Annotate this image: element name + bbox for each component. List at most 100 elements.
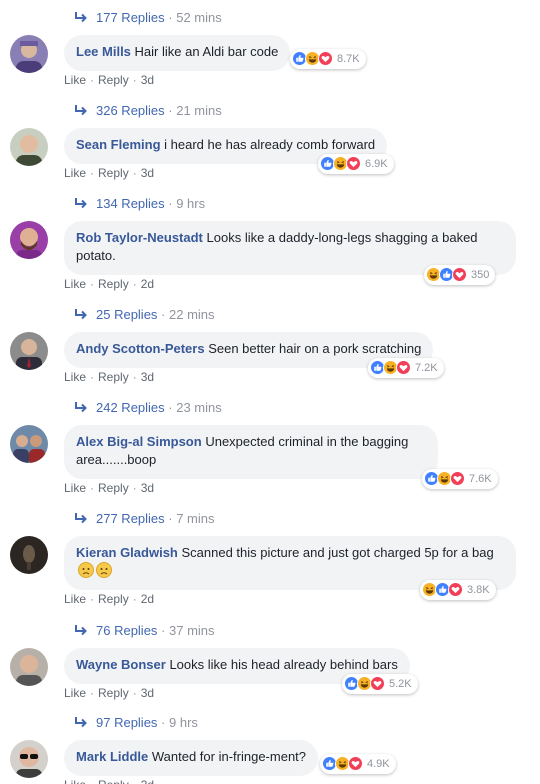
reply-link[interactable]: Reply	[98, 481, 129, 495]
replies-count[interactable]: 97 Replies	[96, 715, 157, 730]
view-replies-link[interactable]: 177 Replies · 52 mins	[74, 7, 222, 27]
like-link[interactable]: Like	[64, 277, 86, 291]
view-replies-link[interactable]: 277 Replies · 7 mins	[74, 508, 215, 528]
commenter-name[interactable]: Kieran Gladwish	[76, 545, 178, 560]
like-link[interactable]: Like	[64, 481, 86, 495]
avatar[interactable]	[10, 648, 48, 686]
reactions-summary[interactable]: 3.8K	[420, 580, 496, 600]
comment-age[interactable]: 3d	[141, 686, 154, 700]
comment-bubble: Lee Mills Hair like an Aldi bar code	[64, 35, 291, 71]
separator: ·	[90, 686, 95, 700]
comment-actions: Like · Reply · 3d	[64, 684, 154, 702]
commenter-name[interactable]: Sean Fleming	[76, 137, 161, 152]
reply-arrow-icon	[75, 198, 87, 209]
reaction-count: 7.6K	[469, 473, 492, 485]
replies-count[interactable]: 134 Replies	[96, 196, 165, 211]
separator: ·	[90, 370, 95, 384]
separator: ·	[132, 166, 137, 180]
reactions-summary[interactable]: 8.7K	[290, 49, 366, 69]
commenter-name[interactable]: Andy Scotton-Peters	[76, 341, 205, 356]
reactions-summary[interactable]: 6.9K	[318, 154, 394, 174]
reply-link[interactable]: Reply	[98, 686, 129, 700]
view-replies-link[interactable]: 326 Replies · 21 mins	[74, 100, 222, 120]
avatar[interactable]	[10, 740, 48, 778]
sad-emoji-icon	[78, 562, 94, 578]
commenter-name[interactable]: Mark Liddle	[76, 749, 148, 764]
reactions-summary[interactable]: 350	[424, 265, 496, 285]
love-icon	[318, 51, 334, 67]
replies-time: 9 hrs	[176, 195, 206, 211]
separator: ·	[132, 481, 137, 495]
replies-count[interactable]: 326 Replies	[96, 103, 165, 118]
commenter-name[interactable]: Alex Big-al Simpson	[76, 434, 202, 449]
reaction-count: 4.9K	[367, 758, 390, 770]
replies-count[interactable]: 242 Replies	[96, 400, 165, 415]
commenter-name[interactable]: Lee Mills	[76, 44, 131, 59]
reactions-summary[interactable]: 4.9K	[320, 754, 396, 774]
reaction-count: 7.2K	[415, 362, 438, 374]
like-link[interactable]: Like	[64, 166, 86, 180]
view-replies-link[interactable]: 25 Replies · 22 mins	[74, 304, 215, 324]
separator: ·	[90, 481, 95, 495]
replies-count[interactable]: 76 Replies	[96, 623, 157, 638]
commenter-name[interactable]: Wayne Bonser	[76, 657, 166, 672]
avatar[interactable]	[10, 221, 48, 259]
separator: ·	[90, 73, 95, 87]
comment-text: Seen better hair on a pork scratching	[208, 341, 422, 356]
like-link[interactable]: Like	[64, 778, 86, 784]
comment-age[interactable]: 2d	[141, 277, 154, 291]
reaction-count: 5.2K	[389, 678, 412, 690]
reply-link[interactable]: Reply	[98, 592, 129, 606]
comment-actions: Like · Reply · 2d	[64, 590, 154, 608]
replies-count[interactable]: 25 Replies	[96, 307, 157, 322]
separator: ·	[132, 73, 137, 87]
like-link[interactable]: Like	[64, 73, 86, 87]
reactions-summary[interactable]: 5.2K	[342, 674, 418, 694]
reply-link[interactable]: Reply	[98, 277, 129, 291]
separator: ·	[157, 306, 169, 322]
reaction-count: 6.9K	[365, 158, 388, 170]
reactions-summary[interactable]: 7.2K	[368, 358, 444, 378]
view-replies-link[interactable]: 242 Replies · 23 mins	[74, 397, 222, 417]
reply-link[interactable]: Reply	[98, 370, 129, 384]
replies-count[interactable]: 277 Replies	[96, 511, 165, 526]
avatar[interactable]	[10, 35, 48, 73]
replies-time: 21 mins	[176, 102, 222, 118]
commenter-name[interactable]: Rob Taylor-Neustadt	[76, 230, 203, 245]
comment-age[interactable]: 2d	[141, 592, 154, 606]
comment-bubble: Mark Liddle Wanted for in-fringe-ment?	[64, 740, 319, 776]
reply-link[interactable]: Reply	[98, 73, 129, 87]
reactions-summary[interactable]: 7.6K	[422, 469, 498, 489]
separator: ·	[164, 9, 177, 25]
like-link[interactable]: Like	[64, 686, 86, 700]
like-link[interactable]: Like	[64, 592, 86, 606]
avatar[interactable]	[10, 332, 48, 370]
separator: ·	[90, 166, 95, 180]
comment-age[interactable]: 3d	[141, 778, 154, 784]
reply-link[interactable]: Reply	[98, 778, 129, 784]
separator: ·	[132, 370, 137, 384]
comment-age[interactable]: 3d	[141, 73, 154, 87]
comment-text: i heard he has already comb forward	[164, 137, 376, 152]
avatar[interactable]	[10, 536, 48, 574]
comment-age[interactable]: 3d	[141, 166, 154, 180]
separator: ·	[157, 714, 169, 730]
view-replies-link[interactable]: 97 Replies · 9 hrs	[74, 712, 198, 732]
separator: ·	[132, 686, 137, 700]
reply-link[interactable]: Reply	[98, 166, 129, 180]
like-link[interactable]: Like	[64, 370, 86, 384]
replies-time: 9 hrs	[169, 714, 198, 730]
replies-time: 37 mins	[169, 622, 215, 638]
avatar[interactable]	[10, 128, 48, 166]
reply-arrow-icon	[75, 625, 87, 636]
comment-text: Scanned this picture and just got charge…	[181, 545, 494, 560]
view-replies-link[interactable]: 134 Replies · 9 hrs	[74, 193, 205, 213]
separator: ·	[164, 510, 177, 526]
comment-age[interactable]: 3d	[141, 370, 154, 384]
comment-text: Looks like his head already behind bars	[169, 657, 398, 672]
comment-age[interactable]: 3d	[141, 481, 154, 495]
avatar[interactable]	[10, 425, 48, 463]
reply-arrow-icon	[75, 309, 87, 320]
view-replies-link[interactable]: 76 Replies · 37 mins	[74, 620, 215, 640]
replies-count[interactable]: 177 Replies	[96, 10, 165, 25]
